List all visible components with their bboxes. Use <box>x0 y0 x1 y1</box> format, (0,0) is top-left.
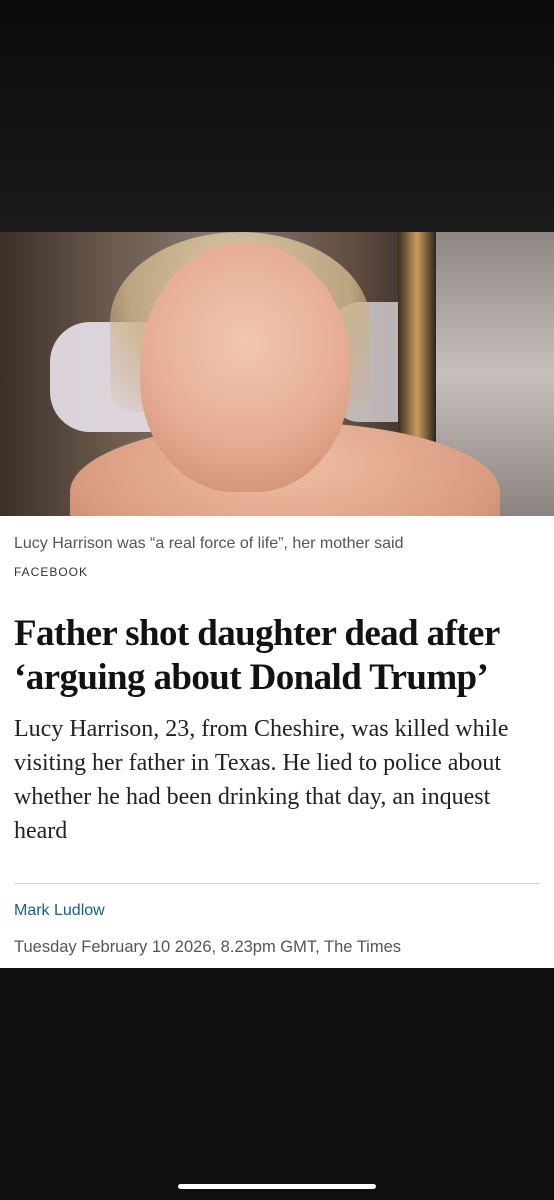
standfirst: Lucy Harrison, 23, from Cheshire, was ki… <box>14 716 509 844</box>
article-photo[interactable] <box>0 232 554 516</box>
photo-face <box>140 242 350 492</box>
image-credit: FACEBOOK <box>14 565 89 579</box>
headline: Father shot daughter dead after ‘arguing… <box>14 613 500 698</box>
image-caption: Lucy Harrison was “a real force of life”… <box>14 535 404 552</box>
divider <box>14 883 540 884</box>
top-dark-area <box>0 0 554 232</box>
home-indicator[interactable] <box>178 1184 376 1189</box>
author-link[interactable]: Mark Ludlow <box>14 901 105 921</box>
article-card: Lucy Harrison was “a real force of life”… <box>0 232 554 968</box>
dateline: Tuesday February 10 2026, 8.23pm GMT, Th… <box>14 938 402 956</box>
